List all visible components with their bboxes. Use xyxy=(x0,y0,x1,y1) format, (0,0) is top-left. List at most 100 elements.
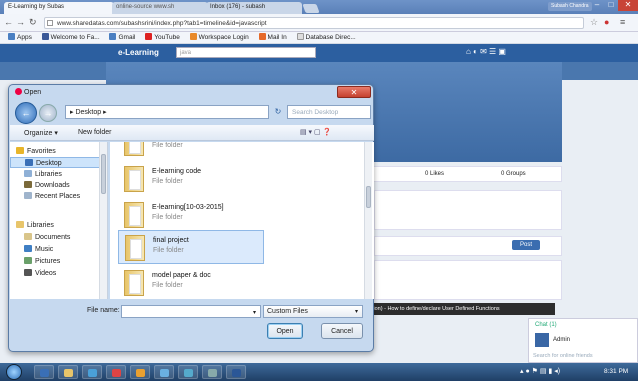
youtube-icon xyxy=(145,33,153,40)
nav-label: Favorites xyxy=(27,148,56,155)
bookmark-database[interactable]: Database Direc... xyxy=(296,32,356,44)
groups-stat[interactable]: 0 Groups xyxy=(501,171,526,177)
forward-icon[interactable]: → xyxy=(39,104,57,122)
close-window-button[interactable]: ✕ xyxy=(618,0,638,11)
nav-music[interactable]: Music xyxy=(10,244,106,255)
site-header-icons[interactable]: ⌂ ◐ ✉ ☰ ▣ xyxy=(466,47,506,56)
taskbar: ▴ ● ⚑ ▤ ▮ ◂) 8:31 PM xyxy=(0,363,638,381)
taskbar-app[interactable] xyxy=(58,365,78,379)
organize-button[interactable]: Organize ▾ xyxy=(24,129,58,137)
dialog-close-button[interactable]: ✕ xyxy=(337,86,371,98)
bookmark-workspace[interactable]: Workspace Login xyxy=(189,32,249,44)
list-item[interactable]: final project File folder xyxy=(118,230,264,264)
new-tab-button[interactable] xyxy=(302,4,320,13)
page-icon xyxy=(296,33,304,40)
avatar[interactable] xyxy=(535,333,549,347)
file-type-value: Custom Files xyxy=(267,308,308,315)
recent-places-icon xyxy=(24,192,32,199)
file-name: E-learning code xyxy=(152,168,202,175)
new-folder-button[interactable]: New folder xyxy=(78,129,111,136)
file-scrollbar-thumb[interactable] xyxy=(366,186,371,208)
system-tray-icons[interactable]: ▴ ● ⚑ ▤ ▮ ◂) xyxy=(520,367,560,375)
taskbar-app[interactable] xyxy=(130,365,150,379)
nav-videos[interactable]: Videos xyxy=(10,268,106,279)
url-input[interactable]: www.sharedatas.com/subashsrini/index.php… xyxy=(44,17,584,29)
list-item[interactable]: E-learning code File folder xyxy=(118,162,264,196)
list-item[interactable]: E-learning[10-03-2015] File folder xyxy=(118,198,264,232)
bookmark-youtube[interactable]: YouTube xyxy=(145,32,180,44)
taskbar-app[interactable] xyxy=(82,365,102,379)
post-button[interactable]: Post xyxy=(512,240,540,250)
nav-pictures[interactable]: Pictures xyxy=(10,256,106,267)
mail-icon xyxy=(258,33,266,40)
nav-label: Libraries xyxy=(27,222,54,229)
back-icon[interactable]: ← xyxy=(15,102,37,124)
nav-recent-places[interactable]: Recent Places xyxy=(10,191,106,202)
nav-desktop[interactable]: Desktop xyxy=(10,157,106,168)
taskbar-app[interactable] xyxy=(154,365,174,379)
chat-title[interactable]: Chat (1) xyxy=(535,322,557,328)
folder-icon xyxy=(125,235,145,261)
nav-libraries-group[interactable]: Libraries xyxy=(10,220,106,231)
bookmark-facebook[interactable]: Welcome to Fa... xyxy=(41,32,100,44)
forward-icon[interactable]: → xyxy=(16,17,25,27)
taskbar-app[interactable] xyxy=(178,365,198,379)
breadcrumb-desktop[interactable]: Desktop xyxy=(75,109,101,116)
maximize-button[interactable]: □ xyxy=(604,0,618,11)
nav-favorites[interactable]: Favorites xyxy=(10,146,106,157)
refresh-icon[interactable]: ↻ xyxy=(271,105,285,119)
minimize-button[interactable]: – xyxy=(590,0,604,11)
nav-label: Documents xyxy=(35,234,71,241)
file-type: File folder xyxy=(152,178,183,185)
clock[interactable]: 8:31 PM xyxy=(604,368,628,375)
back-icon[interactable]: ← xyxy=(4,17,13,27)
nav-documents[interactable]: Documents xyxy=(10,232,106,243)
nav-scrollbar[interactable] xyxy=(99,142,107,299)
browser-tab-online-source[interactable]: online-source www.sh xyxy=(112,2,208,14)
nav-libraries[interactable]: Libraries xyxy=(10,169,106,180)
file-name-label: File name: xyxy=(87,307,120,314)
browser-tabstrip: E-Learning by Subas online-source www.sh… xyxy=(0,0,638,14)
reload-icon[interactable]: ↻ xyxy=(29,17,37,28)
file-type-select[interactable]: Custom Files ▾ xyxy=(263,305,363,318)
folder-icon xyxy=(124,202,144,228)
bookmark-apps[interactable]: Apps xyxy=(8,32,32,44)
list-item[interactable]: File folder xyxy=(118,142,264,160)
open-button[interactable]: Open xyxy=(267,323,303,339)
nav-label: Libraries xyxy=(35,171,62,178)
site-logo[interactable]: e-Learning xyxy=(118,48,159,57)
list-item[interactable]: model paper & doc File folder xyxy=(118,266,264,299)
chevron-down-icon[interactable]: ▾ xyxy=(253,309,256,316)
chat-user-name[interactable]: Admin xyxy=(553,337,570,343)
library-icon xyxy=(24,170,32,177)
bookmark-mail-in[interactable]: Mail In xyxy=(258,32,287,44)
taskbar-app[interactable] xyxy=(202,365,222,379)
folder-icon xyxy=(124,166,144,192)
chat-search-input[interactable]: Search for online friends xyxy=(533,353,593,359)
profile-badge[interactable]: Subash Chandra xyxy=(548,2,592,11)
breadcrumb[interactable]: ▸ Desktop ▸ xyxy=(65,105,269,119)
chrome-icon xyxy=(15,88,22,95)
bookmark-gmail[interactable]: Gmail xyxy=(109,32,135,44)
taskbar-app[interactable] xyxy=(226,365,246,379)
browser-tab-elearning[interactable]: E-Learning by Subas xyxy=(4,2,114,14)
file-name-input[interactable] xyxy=(121,305,261,318)
chrome-icon xyxy=(112,369,121,377)
nav-downloads[interactable]: Downloads xyxy=(10,180,106,191)
taskbar-app[interactable] xyxy=(106,365,126,379)
notification-bar[interactable]: ression) - How to define/declare User De… xyxy=(360,303,555,315)
extension-icon[interactable]: ● xyxy=(604,17,609,27)
taskbar-app[interactable] xyxy=(34,365,54,379)
nav-scrollbar-thumb[interactable] xyxy=(101,154,106,194)
file-scrollbar[interactable] xyxy=(364,142,372,299)
cancel-button[interactable]: Cancel xyxy=(321,323,363,339)
view-options-icon[interactable]: ▤ ▾ ▢ ❓ xyxy=(300,128,331,136)
page-icon xyxy=(47,20,53,26)
menu-icon[interactable]: ≡ xyxy=(620,17,625,27)
start-button[interactable] xyxy=(6,364,22,380)
search-input[interactable]: Search Desktop xyxy=(287,105,371,119)
site-search-input[interactable]: java xyxy=(176,47,316,58)
browser-tab-inbox[interactable]: Inbox (176) - subash xyxy=(206,2,302,14)
likes-stat[interactable]: 0 Likes xyxy=(425,171,444,177)
star-icon[interactable]: ☆ xyxy=(590,17,598,28)
